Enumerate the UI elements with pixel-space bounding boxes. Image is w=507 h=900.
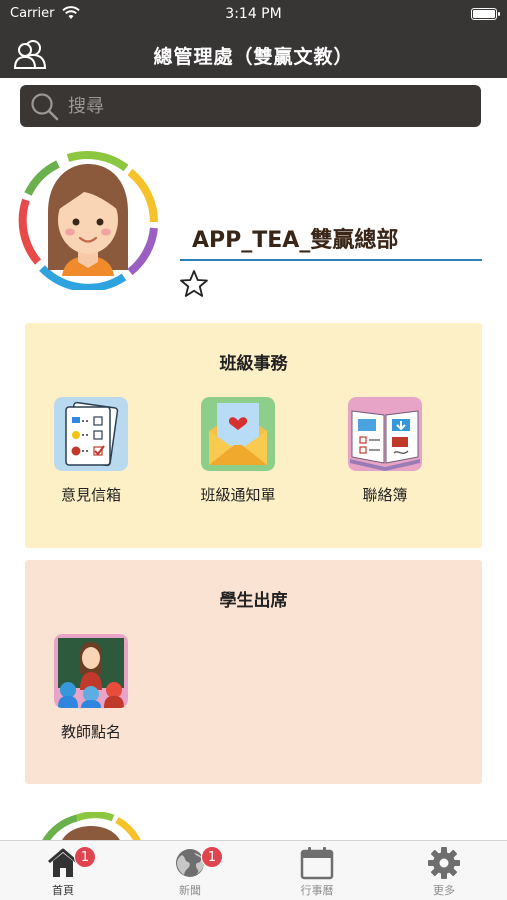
tab-label: 首頁 bbox=[52, 884, 74, 897]
class-affairs-card: 班級事務 意見信箱 班級通知單 聯絡簿 bbox=[25, 323, 482, 548]
search-icon bbox=[31, 93, 59, 121]
calendar-icon bbox=[300, 847, 334, 880]
notification-badge: 1 bbox=[74, 846, 96, 868]
tab-news[interactable]: 1 新聞 bbox=[127, 841, 253, 900]
tab-bar: 1 首頁 1 新聞 行事曆 更多 bbox=[0, 840, 507, 900]
feature-teacher-roll-call[interactable]: 教師點名 bbox=[31, 634, 151, 742]
tab-calendar[interactable]: 行事曆 bbox=[254, 841, 380, 900]
clock: 3:14 PM bbox=[225, 6, 282, 22]
envelope-heart-icon bbox=[201, 397, 275, 471]
gear-icon bbox=[428, 847, 460, 879]
navigation-bar: 總管理處（雙贏文教） bbox=[0, 30, 507, 78]
search-input[interactable] bbox=[68, 93, 468, 119]
tab-more[interactable]: 更多 bbox=[381, 841, 507, 900]
feature-label: 班級通知單 bbox=[200, 486, 276, 504]
profile-name: APP_TEA_雙贏總部 bbox=[192, 228, 399, 253]
star-outline-icon[interactable] bbox=[178, 268, 210, 300]
tab-home[interactable]: 1 首頁 bbox=[0, 841, 126, 900]
profile-divider bbox=[180, 259, 482, 261]
section-title: 班級事務 bbox=[219, 354, 288, 374]
feature-class-notice[interactable]: 班級通知單 bbox=[178, 397, 298, 505]
section-title: 學生出席 bbox=[219, 591, 288, 611]
notification-badge: 1 bbox=[201, 846, 223, 868]
page-title: 總管理處（雙贏文教） bbox=[153, 46, 354, 68]
feature-label: 意見信箱 bbox=[60, 486, 121, 504]
student-attendance-card: 學生出席 教師點名 bbox=[25, 560, 482, 784]
open-book-icon bbox=[348, 397, 422, 471]
tab-label: 更多 bbox=[433, 884, 455, 897]
avatar[interactable] bbox=[18, 150, 158, 290]
feature-opinion-box[interactable]: 意見信箱 bbox=[31, 397, 151, 505]
feature-contact-book[interactable]: 聯絡簿 bbox=[325, 397, 445, 505]
survey-clipboard-icon bbox=[54, 397, 128, 471]
status-bar: Carrier 3:14 PM bbox=[0, 0, 507, 30]
classroom-teacher-icon bbox=[54, 634, 128, 708]
battery-icon bbox=[471, 8, 500, 20]
feature-label: 教師點名 bbox=[60, 723, 121, 741]
screen: Carrier 3:14 PM 總管理處（雙贏文教） 搜尋 APP_TEA_雙贏… bbox=[0, 0, 507, 900]
tab-label: 新聞 bbox=[179, 884, 201, 897]
feature-label: 聯絡簿 bbox=[362, 486, 408, 504]
tab-label: 行事曆 bbox=[300, 884, 334, 897]
search-bar[interactable] bbox=[20, 85, 481, 127]
